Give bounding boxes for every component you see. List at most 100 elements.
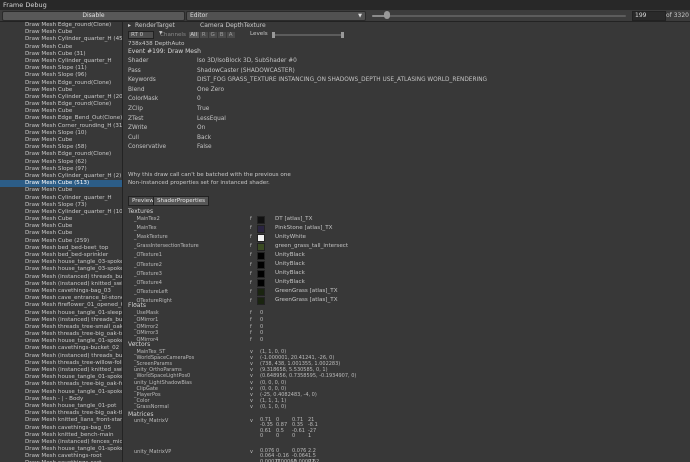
tree-row[interactable]: Draw Mesh Cube [0,137,122,144]
tree-row[interactable]: Draw Mesh (instanced) fences_mid_f [0,439,122,446]
texture-thumbnail[interactable] [257,233,265,242]
vector-property-value: (9.318658, 5.530585, 0, 1) [260,367,328,374]
tree-row[interactable]: Draw Mesh Cube (31) [0,51,122,58]
tree-row[interactable]: Draw Mesh Edge_round(Clone) [0,101,122,108]
tree-row[interactable]: Draw Mesh Cube (259) [0,238,122,245]
levels-min-handle[interactable] [272,32,275,38]
rendertarget-value[interactable]: Camera DepthTexture [200,22,266,29]
texture-property: _OTexture2 f [134,262,252,268]
tree-row[interactable]: Draw Mesh threads_tree-big_oak-folia [0,381,122,388]
tree-row[interactable]: Draw Mesh Cylinder_quarter_H [0,58,122,65]
tree-row[interactable]: Draw Mesh house_tangle_01-spoke_0 [0,389,122,396]
tree-row[interactable]: Draw Mesh (instanced) threads_busho [0,317,122,324]
tree-row[interactable]: Draw Mesh (instanced) knitted_swing [0,281,122,288]
channel-r-button[interactable]: R [199,32,208,38]
texture-property-flag: f [250,288,252,295]
channel-b-button[interactable]: B [217,32,226,38]
tree-row[interactable]: Draw Mesh cavethings-bag_03 [0,288,122,295]
texture-thumbnail[interactable] [257,224,265,233]
tree-row[interactable]: Draw Mesh cavethings-root [0,453,122,460]
tree-row[interactable]: Draw Mesh house_tangle_01-spoke_0 [0,338,122,345]
tree-row[interactable]: Draw Mesh house_tangle_01-sleeping [0,310,122,317]
texture-thumbnail[interactable] [257,215,265,224]
tree-row[interactable]: Draw Mesh Cube [0,87,122,94]
texture-thumbnail[interactable] [257,297,265,306]
tree-row[interactable]: Draw Mesh Slope (97) [0,166,122,173]
tree-row[interactable]: Draw Mesh Cube [0,187,122,194]
tree-row[interactable]: Draw Mesh Corner_rounding_H (31) [0,123,122,130]
tree-row[interactable]: Draw Mesh (instanced) knitted_swing [0,367,122,374]
texture-thumbnail[interactable] [257,288,265,297]
tree-row[interactable]: Draw Mesh house_tangle_03-spoke_0 [0,259,122,266]
texture-property-flag: f [250,225,252,232]
event-tree[interactable]: Draw Mesh Edge_round(Clone) Draw Mesh Cub… [0,22,123,462]
tree-row[interactable]: Draw Mesh cavethings-bucket_02 [0,345,122,352]
frame-number-field[interactable]: 199 [632,11,666,21]
tree-row[interactable]: Draw Mesh knitted_bench-main [0,432,122,439]
tree-row[interactable]: Draw Mesh Slope (73) [0,202,122,209]
texture-thumbnail[interactable] [257,261,265,269]
tree-row[interactable]: Draw Mesh Slope (11) [0,65,122,72]
disable-button[interactable]: Disable [2,11,185,21]
tree-row[interactable]: Draw Mesh Edge_round(Clone) [0,80,122,87]
texture-thumbnail[interactable] [257,279,265,288]
matrix-cell: 0 [260,433,264,440]
tree-row[interactable]: Draw Mesh house_tangle_01-spoke_0 [0,446,122,453]
tree-row[interactable]: Draw Mesh Cube [0,230,122,237]
texture-name: UnityBlack [275,251,305,258]
tree-row[interactable]: Draw Mesh threads_tree-big_oak-trun [0,331,122,338]
tree-row[interactable]: Draw Mesh threads_tree-big_oak-thre [0,410,122,417]
frame-slider-thumb[interactable] [384,11,391,19]
tree-row[interactable]: Draw Mesh cave_entrance_bl-stone_l [0,295,122,302]
tree-row[interactable]: Draw Mesh bed_bed-sprinkler [0,252,122,259]
channel-g-button[interactable]: G [208,32,217,38]
tree-row[interactable]: Draw Mesh Slope (58) [0,144,122,151]
detail-value: Iso 3D/IsoBlock 3D, SubShader #0 [197,58,297,64]
tree-row[interactable]: Draw Mesh bed_bed-beet_top [0,245,122,252]
texture-thumbnail[interactable] [257,251,265,260]
tree-row[interactable]: Draw Mesh Slope (10) [0,130,122,137]
tree-row[interactable]: Draw Mesh Cube (513) [0,180,122,188]
tree-row[interactable]: Draw Mesh Cylinder_quarter_H (10) [0,209,122,216]
tree-row[interactable]: Draw Mesh Slope (96) [0,72,122,79]
tree-row[interactable]: Draw Mesh (instanced) threads_busho [0,353,122,360]
levels-max-handle[interactable] [341,32,344,38]
tree-row[interactable]: Draw Mesh Cube [0,223,122,230]
tree-row[interactable]: Draw Mesh (instanced) threads_busho [0,274,122,281]
levels-slider[interactable] [273,34,343,36]
tree-row[interactable]: Draw Mesh Cube [0,216,122,223]
event-title: Event #199: Draw Mesh [128,48,201,55]
tree-row[interactable]: Draw Mesh Edge_round(Clone) [0,22,122,29]
tree-row[interactable]: Draw Mesh knitted_lians_front-start [0,417,122,424]
tree-row[interactable]: Draw Mesh Cube [0,108,122,115]
tree-row[interactable]: Draw Mesh house_tangle_01-pot [0,403,122,410]
channel-a-button[interactable]: A [226,32,235,38]
texture-thumbnail[interactable] [257,270,265,279]
tree-row[interactable]: Draw Mesh Cylinder_quarter_H [0,195,122,202]
frame-slider[interactable] [372,15,626,17]
channels-buttons: All R G B A [188,32,235,38]
texture-name: UnityBlack [275,279,305,286]
tree-row[interactable]: Draw Mesh house_tangle_01-spoke_0 [0,374,122,381]
window-titlebar: Frame Debug [0,0,690,10]
tree-row[interactable]: Draw Mesh Cylinder_quarter_H (457) [0,36,122,43]
target-dropdown[interactable]: Editor ▼ [186,11,366,21]
tree-row[interactable]: Draw Mesh threads_tree-small_oak-fo [0,324,122,331]
tree-row[interactable]: Draw Mesh house_tangle_03-spoke_0 [0,266,122,273]
tree-row[interactable]: Draw Mesh Cylinder_quarter_H (203) [0,94,122,101]
tree-row[interactable]: Draw Mesh Slope (62) [0,159,122,166]
tree-row[interactable]: Draw Mesh Edge_round(Clone) [0,151,122,158]
tree-row[interactable]: Draw Mesh Cylinder_quarter_H (2) [0,173,122,180]
tree-row[interactable]: Draw Mesh Cube [0,29,122,36]
tree-row[interactable]: Draw Mesh Cube [0,44,122,51]
tab-shader-properties[interactable]: ShaderProperties [153,196,210,206]
tree-row[interactable]: Draw Mesh - | - Body [0,396,122,403]
channel-all-button[interactable]: All [188,32,199,38]
tree-row[interactable]: Draw Mesh cavethings-bag_05 [0,425,122,432]
texture-thumbnail[interactable] [257,242,265,251]
tree-row[interactable]: Draw Mesh fireflower_01_opened_01 [0,302,122,309]
tree-row[interactable]: Draw Mesh threads_tree-willow-folia [0,360,122,367]
rt-dropdown[interactable]: RT 0 [128,31,155,39]
tree-row[interactable]: Draw Mesh Edge_Bend_Out(Clone) [0,115,122,122]
collapse-arrow-icon[interactable]: ▸ [128,22,131,29]
